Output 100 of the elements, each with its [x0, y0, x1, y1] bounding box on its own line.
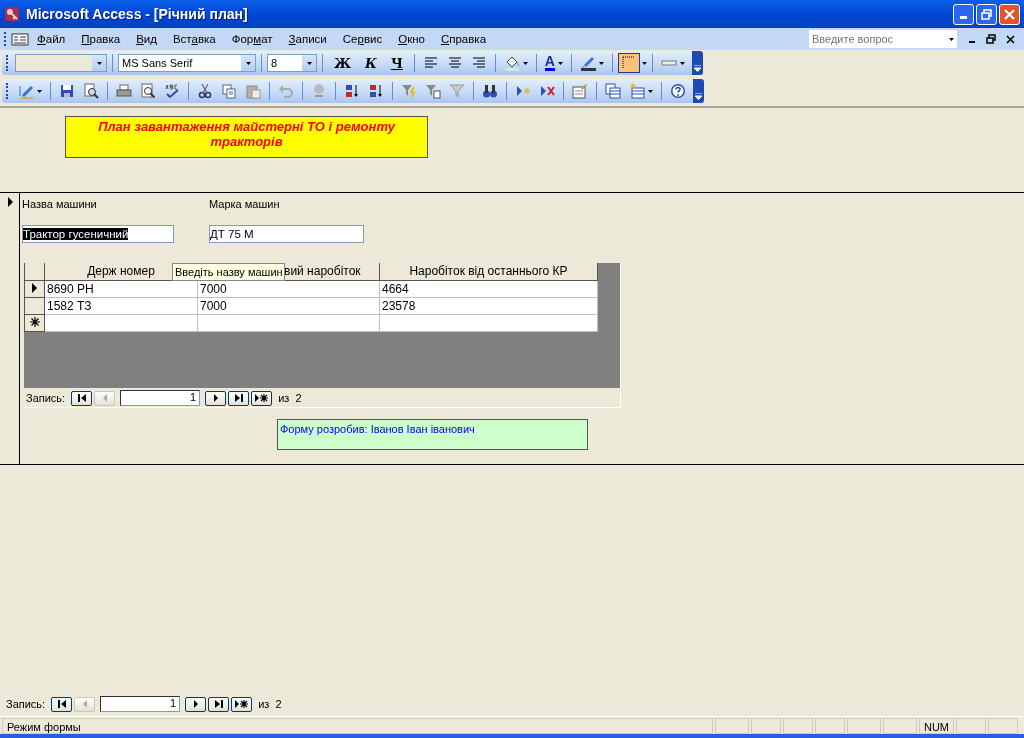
column-header[interactable]: Наробіток від останнього КР: [379, 263, 598, 280]
new-record-icon[interactable]: [235, 700, 249, 708]
text-field[interactable]: Трактор гусеничний: [22, 225, 174, 243]
menu-form-icon[interactable]: [11, 31, 29, 47]
italic-button[interactable]: К: [359, 53, 383, 73]
record-label: Запись:: [6, 698, 46, 710]
dropdown-caret-icon[interactable]: [245, 61, 251, 65]
dropdown-caret-icon[interactable]: [948, 37, 954, 41]
table-cell: 4664: [379, 280, 598, 297]
next-record-button[interactable]: [185, 696, 207, 712]
close-button[interactable]: [999, 3, 1020, 25]
print-preview-icon[interactable]: [140, 83, 156, 99]
status-panel: [750, 718, 781, 734]
delete-record-icon[interactable]: [539, 83, 555, 99]
status-panel: [988, 718, 1018, 734]
filter-form-icon[interactable]: [425, 83, 441, 99]
close-icon[interactable]: [1006, 34, 1015, 44]
dropdown-caret-icon[interactable]: [306, 61, 312, 65]
new-record-button[interactable]: [231, 696, 253, 712]
cut-icon[interactable]: [197, 83, 213, 99]
dropdown-caret-icon[interactable]: [641, 61, 647, 65]
record-number-field[interactable]: 1: [100, 696, 181, 712]
spelling-check-icon[interactable]: [164, 83, 180, 99]
dropdown-caret-icon[interactable]: [96, 61, 102, 65]
dropdown-caret-icon[interactable]: [598, 61, 604, 65]
help-icon[interactable]: [670, 83, 686, 99]
new-object-icon[interactable]: [629, 83, 645, 99]
record-count: из 2: [278, 392, 302, 404]
form-title: План завантаження майстерні ТО і ремонту тракторів: [65, 116, 428, 158]
minimize-button[interactable]: [953, 3, 974, 25]
dropdown-caret-icon[interactable]: [557, 61, 563, 65]
dropdown-caret-icon[interactable]: [37, 89, 42, 93]
table-cell: 1582 ТЗ: [44, 297, 198, 314]
underline-button[interactable]: Ч: [384, 53, 409, 73]
design-view-icon[interactable]: [18, 83, 34, 99]
new-row-star-icon: [29, 316, 40, 327]
status-panel: [714, 718, 749, 734]
status-panel: [882, 718, 917, 734]
table-cell: 23578: [379, 297, 598, 314]
tooltip: Введіть назву машин: [172, 263, 285, 281]
menu-item[interactable]: Вставка: [164, 31, 224, 47]
align-center-icon[interactable]: [446, 55, 463, 71]
first-record-button[interactable]: [71, 390, 93, 406]
text-field[interactable]: ДТ 75 М: [209, 225, 364, 243]
first-record-icon[interactable]: [57, 700, 66, 708]
field-label: Марка машин: [209, 198, 280, 212]
next-record-button[interactable]: [205, 390, 227, 406]
font-name-combo[interactable]: MS Sans Serif: [118, 54, 256, 72]
help-question-field[interactable]: Введите вопрос: [809, 30, 945, 48]
dropdown-caret-icon[interactable]: [522, 61, 528, 65]
restore-icon[interactable]: [986, 34, 996, 44]
print-icon[interactable]: [116, 83, 132, 99]
database-window-icon[interactable]: [605, 83, 621, 99]
menu-item[interactable]: Файл: [29, 31, 74, 47]
new-record-icon[interactable]: [255, 394, 269, 402]
record-number-field[interactable]: 1: [120, 390, 201, 406]
status-panel: [782, 718, 813, 734]
restore-button[interactable]: [976, 3, 997, 25]
menu-item[interactable]: Записи: [280, 31, 335, 47]
filter-selection-icon[interactable]: [401, 83, 417, 99]
dropdown-caret-icon[interactable]: [679, 61, 685, 65]
last-record-icon[interactable]: [234, 394, 243, 402]
dropdown-caret-icon[interactable]: [648, 89, 653, 93]
save-icon[interactable]: [59, 83, 75, 99]
toolbar-options-icon[interactable]: [693, 65, 701, 72]
toolbar-options-icon[interactable]: [695, 93, 702, 100]
sort-ascending-icon[interactable]: [344, 83, 360, 99]
properties-icon[interactable]: [572, 83, 588, 99]
next-record-icon[interactable]: [192, 700, 199, 708]
last-record-button[interactable]: [228, 390, 250, 406]
font-size-combo[interactable]: 8: [267, 54, 317, 72]
border-icon[interactable]: [620, 55, 637, 71]
copy-icon[interactable]: [221, 83, 237, 99]
align-left-icon[interactable]: [422, 55, 439, 71]
menu-item[interactable]: Вид: [128, 31, 165, 47]
table-cell: 7000: [197, 297, 380, 314]
menu-item[interactable]: Формат: [223, 31, 281, 47]
menu-item[interactable]: Окно: [390, 31, 433, 47]
search-file-icon[interactable]: [83, 83, 99, 99]
last-record-button[interactable]: [208, 696, 230, 712]
align-right-icon[interactable]: [470, 55, 487, 71]
fill-bucket-icon[interactable]: [503, 55, 520, 71]
new-record-button[interactable]: [251, 390, 273, 406]
status-panel: [846, 718, 881, 734]
menu-item[interactable]: Правка: [73, 31, 129, 47]
font-color-button[interactable]: A: [541, 53, 566, 73]
line-color-brush-icon[interactable]: [579, 55, 596, 71]
status-panel: [814, 718, 845, 734]
bold-button[interactable]: Ж: [328, 53, 358, 73]
last-record-icon[interactable]: [214, 700, 223, 708]
menu-item[interactable]: Сервис: [334, 31, 391, 47]
key-app-icon[interactable]: [4, 6, 20, 22]
dropdown-button[interactable]: [945, 30, 957, 48]
menu-item[interactable]: Справка: [432, 31, 495, 47]
binoculars-icon[interactable]: [482, 83, 498, 99]
first-record-icon[interactable]: [77, 394, 86, 402]
current-record-arrow-icon: [8, 197, 13, 207]
next-record-icon[interactable]: [212, 394, 219, 402]
sort-descending-icon[interactable]: [368, 83, 384, 99]
first-record-button[interactable]: [51, 696, 73, 712]
